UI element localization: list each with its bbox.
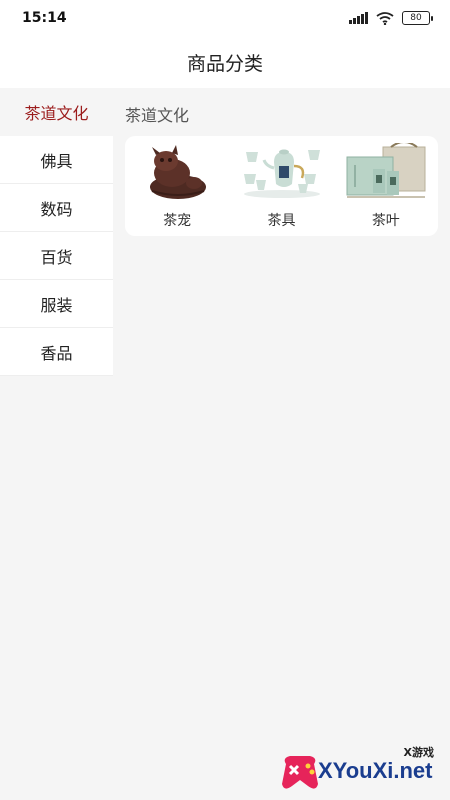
subcategory-label: 茶宠 (163, 213, 192, 229)
subcategory-label: 茶叶 (371, 213, 400, 229)
tea-pet-image (132, 142, 222, 202)
tea-leaves-box-image (341, 142, 431, 202)
gamepad-logo-icon (282, 756, 318, 789)
sidebar-item-clothing[interactable]: 服装 (0, 280, 113, 328)
section-title: 茶道文化 (125, 106, 190, 125)
status-time: 15:14 (22, 10, 67, 26)
sidebar-item-buddhist-items[interactable]: 佛具 (0, 136, 113, 184)
page-title: 商品分类 (186, 52, 263, 75)
status-icons: 80 (349, 11, 433, 25)
battery-level: 80 (410, 13, 422, 23)
subcategory-tea-leaves[interactable]: 茶叶 (341, 142, 431, 230)
header: 商品分类 (0, 36, 450, 88)
battery-icon: 80 (402, 11, 433, 25)
status-bar: 15:14 80 (0, 0, 450, 36)
sidebar-item-label: 服装 (40, 295, 73, 315)
watermark-site-text: XYouXi.net (318, 758, 433, 783)
sidebar-item-label: 百货 (40, 247, 73, 267)
sidebar-item-digital[interactable]: 数码 (0, 184, 113, 232)
sidebar-item-tea-culture[interactable]: 茶道文化 (0, 88, 113, 136)
tea-set-image (236, 142, 326, 202)
subcategory-card: 茶宠 茶具 茶叶 (125, 136, 438, 236)
subcategory-tea-pet[interactable]: 茶宠 (132, 142, 222, 230)
sidebar-item-label: 佛具 (40, 151, 73, 171)
subcategory-tea-set[interactable]: 茶具 (236, 142, 326, 230)
subcategory-label: 茶具 (267, 213, 296, 229)
sidebar-item-general-goods[interactable]: 百货 (0, 232, 113, 280)
category-content: 茶道文化 茶宠 茶具 茶叶 (113, 88, 450, 800)
watermark-logo: X游戏 XYouXi.net (278, 742, 450, 800)
signal-icon (349, 12, 368, 24)
sidebar-item-label: 数码 (40, 199, 73, 219)
category-sidebar: 茶道文化 佛具 数码 百货 服装 香品 (0, 88, 113, 800)
sidebar-item-label: 茶道文化 (24, 104, 89, 123)
wifi-icon (376, 11, 394, 25)
sidebar-item-incense[interactable]: 香品 (0, 328, 113, 376)
sidebar-item-label: 香品 (40, 343, 73, 363)
